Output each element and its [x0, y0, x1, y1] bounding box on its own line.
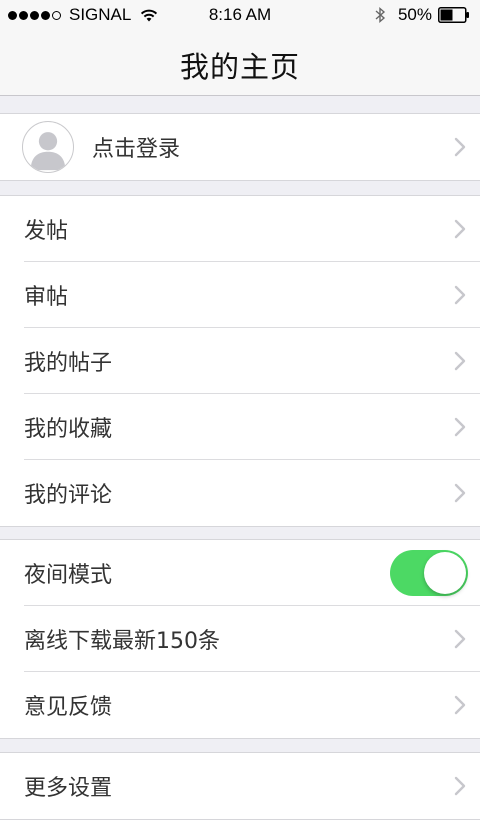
- login-group: 点击登录: [0, 113, 480, 181]
- menu-item-review[interactable]: 审帖: [0, 262, 480, 328]
- avatar[interactable]: [22, 121, 74, 173]
- menu-item-label: 夜间模式: [24, 563, 113, 588]
- menu-item-more-settings[interactable]: 更多设置: [0, 753, 480, 819]
- chevron-right-icon: [454, 629, 466, 649]
- menu-item-label: 发帖: [24, 219, 69, 244]
- menu-item-label: 我的帖子: [24, 351, 113, 376]
- user-silhouette-icon: [30, 132, 66, 171]
- chevron-right-icon: [454, 417, 466, 437]
- chevron-right-icon: [454, 137, 466, 157]
- chevron-right-icon: [454, 285, 466, 305]
- menu-group-more: 更多设置: [0, 752, 480, 820]
- battery-icon: [438, 7, 469, 23]
- login-row[interactable]: 点击登录: [0, 114, 480, 180]
- menu-item-label: 意见反馈: [24, 695, 113, 720]
- login-label: 点击登录: [92, 137, 181, 162]
- menu-group-posts: 发帖 审帖 我的帖子 我的收藏 我的评论: [0, 195, 480, 527]
- menu-item-offline-download[interactable]: 离线下载最新150条: [0, 606, 480, 672]
- battery-percent: 50%: [397, 5, 432, 24]
- menu-item-label: 我的评论: [24, 483, 113, 508]
- status-right: 50%: [374, 5, 470, 25]
- chevron-right-icon: [454, 483, 466, 503]
- menu-item-post[interactable]: 发帖: [0, 196, 480, 262]
- menu-group-settings: 夜间模式 离线下载最新150条 意见反馈: [0, 539, 480, 739]
- menu-item-label: 我的收藏: [24, 417, 113, 442]
- chevron-right-icon: [454, 351, 466, 371]
- menu-item-night-mode: 夜间模式: [0, 540, 480, 606]
- chevron-right-icon: [454, 219, 466, 239]
- menu-item-my-posts[interactable]: 我的帖子: [0, 328, 480, 394]
- status-bar: SIGNAL 8:16 AM 50%: [0, 0, 480, 30]
- page-title: 我的主页: [179, 50, 300, 84]
- menu-item-feedback[interactable]: 意见反馈: [0, 672, 480, 738]
- bluetooth-icon: [375, 6, 386, 24]
- menu-item-my-comments[interactable]: 我的评论: [0, 460, 480, 526]
- night-mode-toggle[interactable]: [390, 550, 468, 596]
- nav-bar: 我的主页: [0, 30, 480, 96]
- chevron-right-icon: [454, 776, 466, 796]
- menu-item-label: 更多设置: [24, 776, 113, 801]
- chevron-right-icon: [454, 695, 466, 715]
- menu-item-label: 审帖: [24, 285, 69, 310]
- menu-item-label: 离线下载最新150条: [24, 629, 220, 654]
- menu-item-my-favorites[interactable]: 我的收藏: [0, 394, 480, 460]
- toggle-knob: [424, 552, 466, 594]
